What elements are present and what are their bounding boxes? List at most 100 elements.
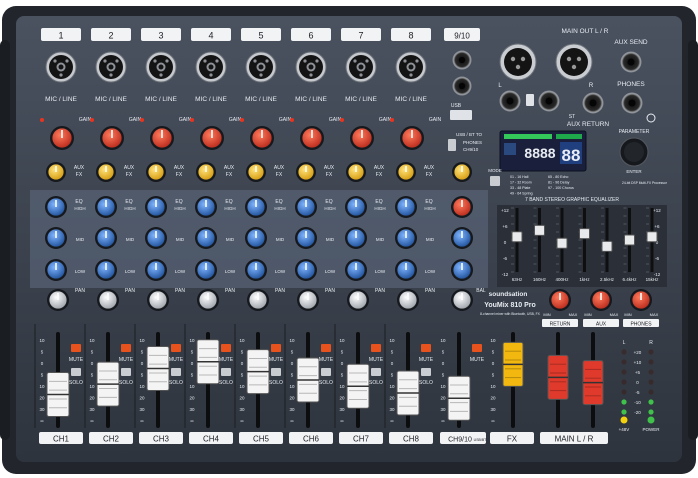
stereo-eq-mid-knob[interactable] [451, 227, 473, 249]
eq-high-knob-2[interactable] [95, 196, 117, 218]
main-fader-right-cap[interactable] [582, 360, 604, 406]
pan-knob-6[interactable] [297, 289, 319, 311]
eq-high-knob-8[interactable] [395, 196, 417, 218]
gain-knob-8[interactable] [400, 126, 424, 150]
eq-mid-knob-8[interactable] [395, 227, 417, 249]
usb-port[interactable] [450, 110, 472, 120]
pan-knob-2[interactable] [97, 289, 119, 311]
eq-mid-knob-1[interactable] [45, 227, 67, 249]
stereo-gain-knob[interactable] [451, 196, 473, 218]
xlr-combo-input-5[interactable] [245, 51, 277, 83]
channel-fader-2-cap[interactable] [96, 361, 120, 407]
stereo-jack-left[interactable] [452, 50, 472, 70]
mute-button[interactable] [171, 344, 181, 352]
xlr-combo-input-6[interactable] [295, 51, 327, 83]
solo-button[interactable] [71, 368, 81, 376]
solo-button[interactable] [221, 368, 231, 376]
mute-button[interactable] [271, 344, 281, 352]
eq-low-knob-4[interactable] [195, 259, 217, 281]
aux-fx-knob-7[interactable] [346, 162, 366, 182]
eq-high-knob-7[interactable] [345, 196, 367, 218]
solo-button[interactable] [321, 368, 331, 376]
gain-knob-4[interactable] [200, 126, 224, 150]
main-out-xlr-right[interactable] [555, 43, 593, 81]
gain-knob-5[interactable] [250, 126, 274, 150]
eq-mid-knob-6[interactable] [295, 227, 317, 249]
solo-button[interactable] [371, 368, 381, 376]
eq-high-knob-4[interactable] [195, 196, 217, 218]
phones-jack[interactable] [621, 92, 643, 114]
routing-toggle[interactable] [448, 139, 456, 151]
xlr-combo-input-7[interactable] [345, 51, 377, 83]
eq-low-knob-1[interactable] [45, 259, 67, 281]
aux-return-jack[interactable] [582, 92, 604, 114]
eq-low-knob-6[interactable] [295, 259, 317, 281]
gain-knob-7[interactable] [350, 126, 374, 150]
geq-slider-400Hz[interactable] [556, 237, 568, 249]
mute-button[interactable] [421, 344, 431, 352]
geq-slider-2.5kHz[interactable] [601, 240, 613, 252]
pan-knob-7[interactable] [347, 289, 369, 311]
phones-level-knob[interactable] [630, 289, 652, 311]
channel-fader-3-cap[interactable] [146, 346, 170, 392]
aux-fx-knob-2[interactable] [96, 162, 116, 182]
solo-button[interactable] [421, 368, 431, 376]
eq-low-knob-2[interactable] [95, 259, 117, 281]
aux-fx-knob-6[interactable] [296, 162, 316, 182]
geq-slider-160Hz[interactable] [534, 224, 545, 236]
geq-slider-6.4kHz[interactable] [624, 234, 635, 246]
eq-low-knob-8[interactable] [395, 259, 417, 281]
mute-button[interactable] [121, 344, 131, 352]
pan-knob-3[interactable] [147, 289, 169, 311]
stereo-fader-cap[interactable] [447, 375, 471, 421]
channel-fader-4-cap[interactable] [196, 339, 220, 385]
channel-fader-8-cap[interactable] [396, 370, 420, 416]
xlr-combo-input-8[interactable] [395, 51, 427, 83]
aux-fx-knob-5[interactable] [246, 162, 266, 182]
channel-fader-1-cap[interactable] [46, 372, 70, 418]
geq-slider-15kHz[interactable] [646, 231, 658, 243]
channel-fader-5-cap[interactable] [246, 349, 270, 395]
geq-slider-1kHz[interactable] [579, 228, 590, 240]
stereo-eq-low-knob[interactable] [451, 259, 473, 281]
eq-high-knob-3[interactable] [145, 196, 167, 218]
xlr-combo-input-4[interactable] [195, 51, 227, 83]
return-level-knob[interactable] [549, 289, 571, 311]
fx-fader-cap[interactable] [502, 341, 524, 387]
pan-knob-8[interactable] [397, 289, 419, 311]
gain-knob-2[interactable] [100, 126, 124, 150]
gain-knob-3[interactable] [150, 126, 174, 150]
aux-send-jack[interactable] [620, 51, 642, 73]
xlr-combo-input-1[interactable] [45, 51, 77, 83]
pan-knob-5[interactable] [247, 289, 269, 311]
stereo-jack-right[interactable] [452, 76, 472, 96]
main-out-jack-left[interactable] [499, 90, 521, 112]
mute-button[interactable] [371, 344, 381, 352]
main-out-jack-right[interactable] [538, 90, 560, 112]
eq-high-knob-6[interactable] [295, 196, 317, 218]
stereo-aux-fx-knob[interactable] [452, 162, 472, 182]
solo-button[interactable] [171, 368, 181, 376]
eq-mid-knob-3[interactable] [145, 227, 167, 249]
eq-mid-knob-4[interactable] [195, 227, 217, 249]
channel-fader-7-cap[interactable] [346, 363, 370, 409]
xlr-combo-input-3[interactable] [145, 51, 177, 83]
eq-high-knob-5[interactable] [245, 196, 267, 218]
fx-mode-button[interactable] [490, 176, 500, 186]
main-fader-left-cap[interactable] [547, 354, 569, 400]
gain-knob-6[interactable] [300, 126, 324, 150]
gain-knob-1[interactable] [50, 126, 74, 150]
eq-low-knob-7[interactable] [345, 259, 367, 281]
mute-button[interactable] [472, 344, 482, 352]
mute-button[interactable] [71, 344, 81, 352]
aux-fx-knob-3[interactable] [146, 162, 166, 182]
eq-mid-knob-2[interactable] [95, 227, 117, 249]
balance-knob[interactable] [451, 289, 473, 311]
eq-low-knob-5[interactable] [245, 259, 267, 281]
aux-fx-knob-4[interactable] [196, 162, 216, 182]
main-out-xlr-left[interactable] [499, 43, 537, 81]
eq-mid-knob-5[interactable] [245, 227, 267, 249]
eq-high-knob-1[interactable] [45, 196, 67, 218]
channel-fader-6-cap[interactable] [296, 357, 320, 403]
aux-level-knob[interactable] [590, 289, 612, 311]
